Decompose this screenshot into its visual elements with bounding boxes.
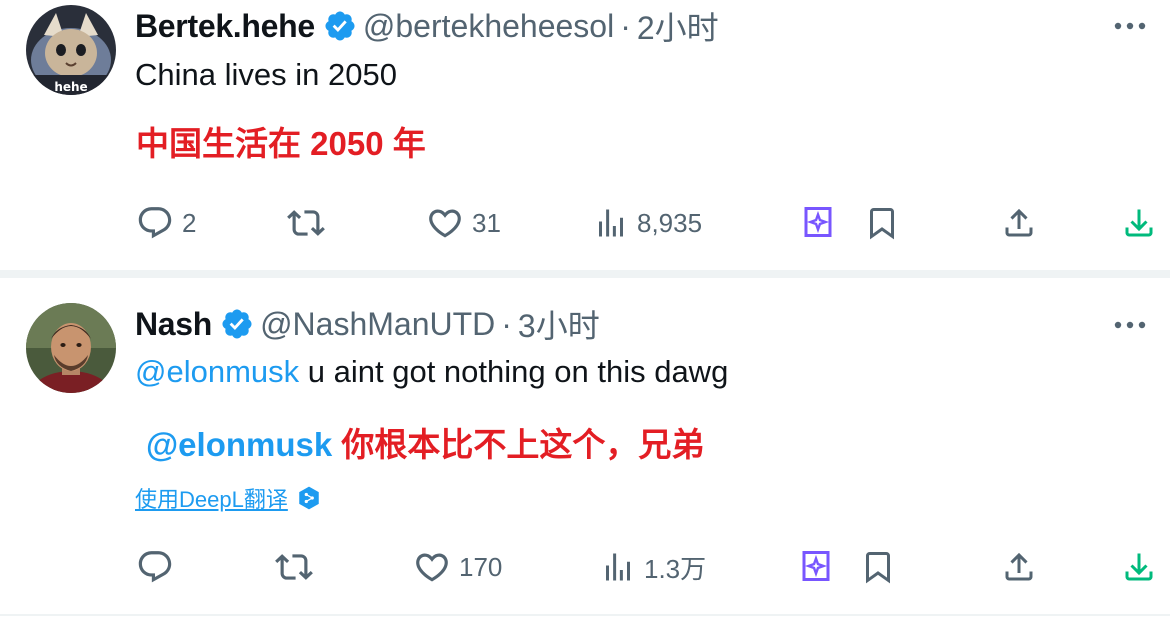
download-button[interactable] [1121,204,1157,242]
tweet-header: Nash @NashManUTD · 3小时 [135,302,600,346]
handle[interactable]: @bertekheheesol [363,8,614,45]
like-count: 31 [472,207,501,238]
views-button[interactable]: 1.3万 [600,548,706,586]
tweet-text-content: u aint got nothing on this dawg [307,354,729,389]
timestamp[interactable]: 3小时 [518,301,600,347]
translated-text: @elonmusk 你根本比不上这个，兄弟 [146,418,704,466]
views-icon [606,553,630,581]
like-button[interactable]: 31 [426,204,501,242]
share-button[interactable] [1001,548,1037,586]
grok-icon [802,551,830,581]
more-options-button[interactable] [1110,310,1150,340]
views-count: 8,935 [637,207,703,238]
translated-mention-link[interactable]: @elonmusk [146,426,332,463]
mention-link[interactable]: @elonmusk [135,354,299,389]
display-name[interactable]: Bertek.hehe [135,8,315,45]
tweet-header: Bertek.hehe @bertekheheesol · 2小时 [135,4,719,48]
bookmark-button[interactable] [860,548,896,586]
bookmark-button[interactable] [864,204,900,242]
tweet-text: @elonmusk u aint got nothing on this daw… [135,354,728,390]
display-name[interactable]: Nash [135,306,212,343]
heart-icon [429,209,461,238]
grok-button[interactable] [800,204,836,240]
share-icon [1005,208,1033,237]
reply-count: 2 [182,207,197,238]
more-options-button[interactable] [1110,11,1150,41]
reply-button[interactable]: 2 [136,204,196,242]
deepl-logo-icon [299,486,319,510]
deepl-translate-link[interactable]: 使用DeepL翻译 [135,482,322,514]
retweet-button[interactable] [274,548,314,586]
deepl-translate-label: 使用DeepL翻译 [135,487,288,512]
share-icon [1005,552,1033,581]
separator: · [620,7,631,44]
like-button[interactable]: 170 [413,548,502,586]
reply-button[interactable] [136,548,174,586]
timestamp[interactable]: 2小时 [637,3,719,49]
handle[interactable]: @NashManUTD [260,306,495,343]
bookmark-icon [870,208,894,240]
separator: · [501,305,512,342]
retweet-button[interactable] [286,204,326,242]
tweet-divider [0,614,1170,616]
tweet-2[interactable]: Nash @NashManUTD · 3小时 @elonmusk u aint … [0,278,1170,616]
tweet-text: China lives in 2050 [135,57,397,92]
heart-icon [416,553,448,582]
grok-icon [804,207,832,237]
views-count: 1.3万 [644,553,707,584]
retweet-icon [287,210,325,236]
grok-button[interactable] [798,548,834,584]
avatar[interactable] [26,303,116,393]
translated-text: 中国生活在 2050 年 [136,125,426,162]
reply-icon [138,207,172,239]
translated-text-content: 你根本比不上这个，兄弟 [341,426,705,463]
download-button[interactable] [1121,548,1157,586]
like-count: 170 [459,551,503,582]
download-icon [1125,553,1153,581]
download-icon [1125,209,1153,237]
tweet-1[interactable]: hehe Bertek.hehe @bertekheheesol · 2小时 C… [0,0,1170,270]
views-button[interactable]: 8,935 [593,204,702,242]
bookmark-icon [866,552,890,584]
more-dots-icon [1114,22,1146,30]
more-dots-icon [1114,321,1146,329]
tweet-divider [0,270,1170,278]
verified-badge-icon [323,9,357,43]
svg-text:hehe: hehe [54,80,87,94]
retweet-icon [275,554,313,580]
views-icon [599,209,623,237]
reply-icon [138,551,172,583]
share-button[interactable] [1001,204,1037,242]
avatar[interactable]: hehe [26,5,116,95]
verified-badge-icon [220,307,254,341]
